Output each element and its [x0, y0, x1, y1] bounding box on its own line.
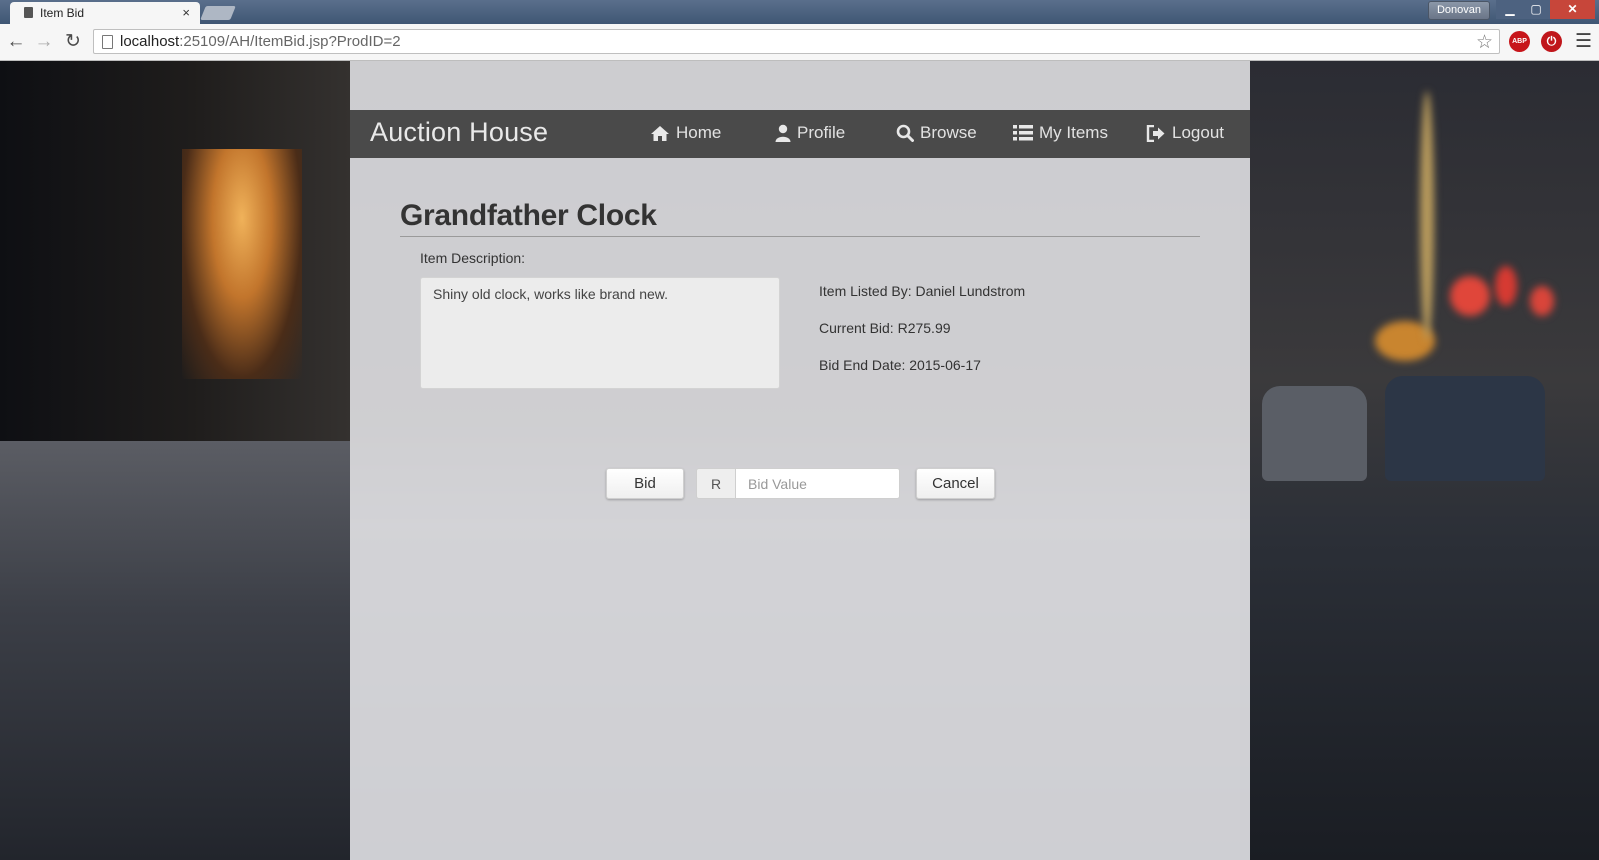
description-label: Item Description:	[420, 250, 526, 266]
adblock-extension-icon[interactable]: ABP	[1509, 31, 1530, 52]
background-light	[1450, 276, 1490, 316]
minimize-icon[interactable]: ▁	[1496, 0, 1524, 19]
logout-icon	[1146, 124, 1165, 142]
title-divider	[400, 236, 1200, 237]
nav-logout[interactable]: Logout	[1146, 123, 1224, 143]
nav-home-label: Home	[676, 123, 722, 142]
user-icon	[775, 124, 791, 142]
listed-by: Item Listed By: Daniel Lundstrom	[819, 283, 1026, 299]
tab-title: Item Bid	[40, 6, 85, 20]
nav-logout-label: Logout	[1172, 123, 1224, 142]
browser-menu-icon[interactable]: ☰	[1575, 30, 1592, 53]
background-light	[1420, 91, 1434, 341]
background-light	[1530, 286, 1554, 316]
description-box: Shiny old clock, works like brand new.	[420, 277, 780, 389]
current-bid: Current Bid: R275.99	[819, 320, 951, 336]
bookmark-star-icon[interactable]: ☆	[1476, 31, 1493, 54]
browser-toolbar: ← → ↻ localhost:25109/AH/ItemBid.jsp?Pro…	[0, 24, 1599, 61]
back-arrow-icon[interactable]: ←	[4, 30, 28, 54]
nav-my-items[interactable]: My Items	[1013, 123, 1108, 143]
nav-profile[interactable]: Profile	[775, 123, 845, 143]
bid-button[interactable]: Bid	[606, 468, 684, 499]
site-navbar: Auction House Home Profile Browse My Ite…	[350, 110, 1250, 158]
reload-icon[interactable]: ↻	[61, 30, 85, 54]
background-light	[1495, 266, 1517, 306]
browser-tabstrip: Item Bid × Donovan ▁ ▢ ✕	[0, 0, 1599, 24]
item-title: Grandfather Clock	[400, 199, 657, 232]
nav-my-items-label: My Items	[1039, 123, 1108, 142]
search-icon	[896, 124, 914, 142]
browser-tab[interactable]: Item Bid ×	[10, 2, 200, 24]
ublock-extension-icon[interactable]: ⏻	[1541, 31, 1562, 52]
site-brand[interactable]: Auction House	[370, 117, 548, 148]
list-icon	[1013, 125, 1033, 141]
nav-browse-label: Browse	[920, 123, 977, 142]
nav-browse[interactable]: Browse	[896, 123, 977, 143]
background-street	[0, 441, 350, 860]
window-close-icon[interactable]: ✕	[1550, 0, 1595, 19]
tab-close-icon[interactable]: ×	[182, 5, 190, 20]
bid-value-input[interactable]	[735, 468, 900, 499]
page-viewport: Auction House Home Profile Browse My Ite…	[0, 61, 1599, 860]
currency-addon: R	[696, 468, 736, 499]
nav-profile-label: Profile	[797, 123, 846, 142]
page-favicon-icon	[24, 7, 33, 18]
url-host: localhost	[120, 33, 180, 50]
url-text: localhost:25109/AH/ItemBid.jsp?ProdID=2	[120, 33, 401, 50]
content-panel: Auction House Home Profile Browse My Ite…	[350, 61, 1250, 860]
background-lit-doorway	[182, 149, 302, 379]
home-icon	[651, 125, 669, 141]
maximize-icon[interactable]: ▢	[1522, 0, 1550, 19]
address-bar[interactable]: localhost:25109/AH/ItemBid.jsp?ProdID=2 …	[93, 29, 1500, 54]
new-tab-button[interactable]	[200, 6, 236, 20]
cancel-button[interactable]: Cancel	[916, 468, 995, 499]
background-car	[1262, 386, 1367, 481]
bid-end-date: Bid End Date: 2015-06-17	[819, 357, 981, 373]
nav-home[interactable]: Home	[650, 123, 721, 143]
profile-switcher[interactable]: Donovan	[1428, 1, 1490, 20]
url-path: :25109/AH/ItemBid.jsp?ProdID=2	[179, 33, 401, 50]
forward-arrow-icon[interactable]: →	[32, 30, 56, 54]
page-icon	[102, 35, 113, 49]
background-car	[1385, 376, 1545, 481]
